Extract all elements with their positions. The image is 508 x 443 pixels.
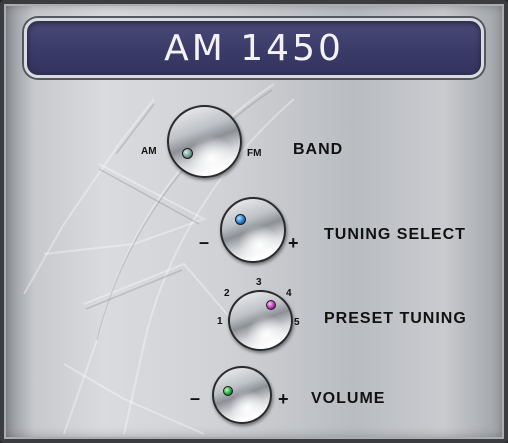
- band-label: BAND: [293, 141, 344, 158]
- preset-position-2: 2: [224, 288, 230, 299]
- frequency-readout: AM 1450: [164, 27, 344, 69]
- tuning-minus-label: –: [199, 232, 210, 252]
- band-knob[interactable]: [167, 105, 242, 178]
- volume-indicator-dot: [223, 386, 233, 396]
- tuning-select-label: TUNING SELECT: [324, 226, 466, 243]
- preset-position-1: 1: [217, 316, 223, 327]
- tuning-indicator-dot: [235, 214, 246, 225]
- volume-label: VOLUME: [311, 390, 386, 407]
- band-fm-label: FM: [247, 148, 262, 159]
- volume-knob[interactable]: [212, 366, 272, 424]
- band-indicator-dot: [182, 148, 193, 159]
- radio-panel: AM 1450 AM FM BAND – + TUNING SELECT 1 2…: [0, 0, 508, 443]
- preset-tuning-label: PRESET TUNING: [324, 310, 467, 327]
- tuning-plus-label: +: [288, 233, 299, 253]
- tuning-select-knob[interactable]: [220, 197, 286, 263]
- preset-tuning-knob[interactable]: [228, 290, 293, 351]
- volume-plus-label: +: [278, 389, 289, 409]
- preset-position-5: 5: [294, 317, 300, 328]
- frequency-display: AM 1450: [24, 18, 484, 78]
- band-am-label: AM: [141, 146, 157, 157]
- preset-indicator-dot: [266, 300, 276, 310]
- volume-minus-label: –: [190, 388, 201, 408]
- preset-position-4: 4: [286, 288, 292, 299]
- preset-position-3: 3: [256, 277, 262, 288]
